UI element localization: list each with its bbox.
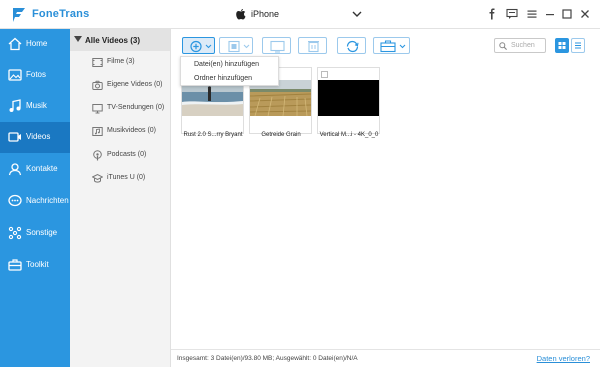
music-icon <box>9 99 21 112</box>
add-icon <box>190 40 212 53</box>
category-item-label: iTunes U (0) <box>107 174 146 181</box>
category-header-label: Alle Videos (3) <box>85 36 140 45</box>
sidebar-item-label: Musik <box>26 101 47 110</box>
status-info: Insgesamt: 3 Datei(en)/93.80 MB; Ausgewä… <box>177 355 358 362</box>
grid-icon <box>558 42 566 49</box>
category-item-musikvideos[interactable]: Musikvideos (0) <box>92 125 172 139</box>
device-selector[interactable]: iPhone <box>236 6 364 24</box>
status-bar: Insgesamt: 3 Datei(en)/93.80 MB; Ausgewä… <box>171 349 600 367</box>
grid-view-button[interactable] <box>555 38 569 53</box>
search-input[interactable]: Suchen <box>494 38 546 53</box>
sidebar-item-nachrichten[interactable]: Nachrichten <box>0 186 70 217</box>
toolbox-icon <box>380 40 406 53</box>
video-checkbox[interactable] <box>321 71 328 78</box>
close-icon[interactable] <box>579 8 591 20</box>
menu-item-label: Datei(en) hinzufügen <box>194 61 259 68</box>
video-name: Rust 2.0 S...rry Bryant <box>183 132 243 138</box>
sidebar-item-label: Toolkit <box>26 260 49 269</box>
category-item-label: Podcasts (0) <box>107 151 147 158</box>
video-name: Getreide Grain <box>261 132 301 138</box>
sidebar-item-sonstige[interactable]: Sonstige <box>0 218 70 249</box>
sidebar: Home Fotos Musik Videos Kontakte Nachric… <box>0 29 70 367</box>
photo-icon <box>8 69 22 81</box>
itunes-u-icon <box>92 173 103 183</box>
sidebar-item-label: Kontakte <box>26 164 58 173</box>
video-tile[interactable] <box>317 67 380 134</box>
contacts-icon <box>8 163 22 176</box>
sidebar-item-label: Videos <box>26 132 51 141</box>
sidebar-item-musik[interactable]: Musik <box>0 91 70 122</box>
export-to-pc-button[interactable] <box>262 37 291 54</box>
refresh-icon <box>346 40 359 53</box>
category-header-all-videos[interactable]: Alle Videos (3) <box>70 29 170 51</box>
category-item-eigene-videos[interactable]: Eigene Videos (0) <box>92 79 172 93</box>
facebook-icon[interactable] <box>486 8 498 20</box>
category-item-label: Filme (3) <box>107 58 135 65</box>
sidebar-item-home[interactable]: Home <box>0 29 70 60</box>
sidebar-item-label: Home <box>26 39 48 48</box>
tv-icon <box>92 104 103 114</box>
music-video-icon <box>92 127 103 136</box>
sidebar-item-label: Fotos <box>26 70 47 79</box>
fonetrans-logo-icon <box>13 8 25 22</box>
menu-item-add-files[interactable]: Datei(en) hinzufügen <box>181 58 278 72</box>
messages-icon <box>8 194 22 207</box>
data-lost-link[interactable]: Daten verloren? <box>537 354 590 363</box>
export-device-icon <box>228 40 250 53</box>
camera-icon <box>92 80 103 90</box>
sidebar-item-toolkit[interactable]: Toolkit <box>0 250 70 281</box>
category-item-label: Eigene Videos (0) <box>107 81 163 88</box>
category-item-itunes-u[interactable]: iTunes U (0) <box>92 172 172 186</box>
sidebar-item-label: Nachrichten <box>26 196 69 205</box>
device-name: iPhone <box>251 9 280 19</box>
sidebar-item-kontakte[interactable]: Kontakte <box>0 154 70 185</box>
video-name: Vertical M...i - 4K_0_0 <box>319 132 379 138</box>
list-icon <box>575 42 581 49</box>
delete-button[interactable] <box>298 37 327 54</box>
refresh-button[interactable] <box>337 37 366 54</box>
chat-icon[interactable] <box>506 8 518 20</box>
app-name: FoneTrans <box>32 8 90 20</box>
trash-icon <box>308 41 319 53</box>
search-icon <box>499 42 507 50</box>
maximize-icon[interactable] <box>561 8 573 20</box>
add-dropdown-menu: Datei(en) hinzufügen Ordner hinzufügen <box>180 56 279 86</box>
podcast-icon <box>93 150 102 161</box>
sidebar-item-label: Sonstige <box>26 228 58 237</box>
category-panel: Alle Videos (3) Filme (3) Eigene Videos … <box>70 29 171 367</box>
other-icon <box>8 226 22 240</box>
menu-icon[interactable] <box>526 8 538 20</box>
add-button[interactable] <box>182 37 215 54</box>
category-item-tv-sendungen[interactable]: TV-Sendungen (0) <box>92 102 172 116</box>
toolbox-button[interactable] <box>373 37 410 54</box>
list-view-button[interactable] <box>571 38 585 53</box>
chevron-down-icon <box>352 11 362 17</box>
video-grid: Rust 2.0 S...rry Bryant Getreide Grain V… <box>171 61 600 349</box>
menu-item-label: Ordner hinzufügen <box>194 75 252 82</box>
category-item-label: TV-Sendungen (0) <box>107 104 165 111</box>
video-icon <box>8 132 21 142</box>
category-item-podcasts[interactable]: Podcasts (0) <box>92 149 172 163</box>
title-bar: FoneTrans iPhone <box>0 0 600 29</box>
menu-item-add-folder[interactable]: Ordner hinzufügen <box>181 72 278 86</box>
film-icon <box>92 58 103 67</box>
sidebar-item-videos[interactable]: Videos <box>0 122 70 153</box>
minimize-icon[interactable] <box>544 8 556 20</box>
sidebar-item-fotos[interactable]: Fotos <box>0 60 70 91</box>
triangle-down-icon <box>74 36 82 42</box>
home-icon <box>8 37 22 51</box>
category-item-label: Musikvideos (0) <box>107 127 157 134</box>
category-item-filme[interactable]: Filme (3) <box>92 56 172 70</box>
apple-icon <box>236 9 246 20</box>
search-placeholder: Suchen <box>511 42 535 49</box>
video-thumbnail <box>318 80 379 116</box>
toolkit-icon <box>8 259 22 271</box>
export-button[interactable] <box>219 37 253 54</box>
computer-icon <box>270 40 285 53</box>
